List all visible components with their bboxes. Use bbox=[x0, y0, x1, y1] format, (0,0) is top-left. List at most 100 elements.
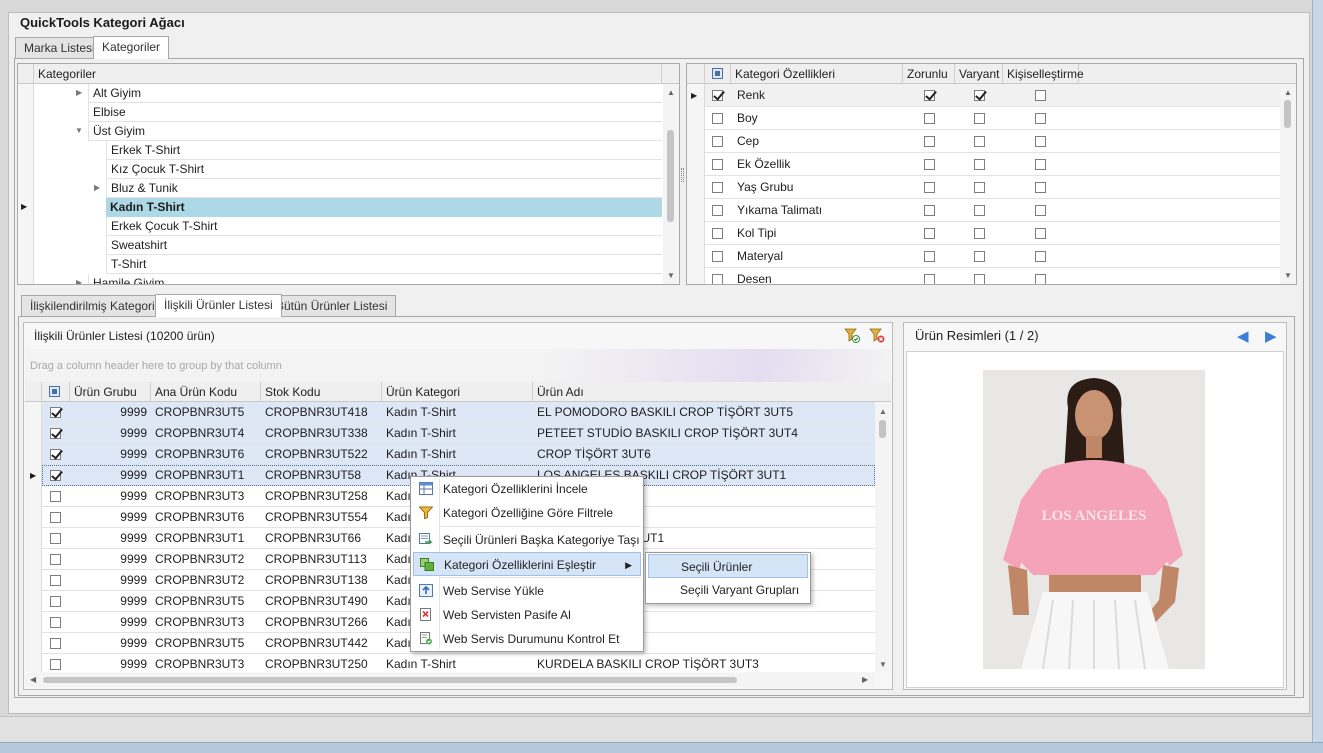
attr-custom-checkbox[interactable] bbox=[1035, 136, 1046, 147]
expand-icon[interactable]: ▶ bbox=[76, 278, 82, 284]
expand-icon[interactable]: ▶ bbox=[94, 183, 100, 192]
attr-required-checkbox[interactable] bbox=[924, 274, 935, 284]
attr-name-header[interactable]: Kategori Özellikleri bbox=[731, 64, 903, 84]
scroll-thumb[interactable] bbox=[1284, 100, 1291, 128]
attr-row[interactable]: Yıkama Talimatı bbox=[705, 199, 1280, 222]
row-checkbox[interactable] bbox=[50, 638, 61, 649]
scroll-up-icon[interactable]: ▲ bbox=[1284, 88, 1292, 97]
menu-filter-by-attribute[interactable]: Kategori Özelliğine Göre Filtrele bbox=[413, 501, 641, 525]
tree-node-kiz-cocuk-tshirt[interactable]: Kız Çocuk T-Shirt bbox=[106, 160, 662, 179]
tab-linked-categories[interactable]: İlişkilendirilmiş Kategoriler bbox=[21, 295, 178, 317]
attr-variant-checkbox[interactable] bbox=[974, 228, 985, 239]
menu-inspect-attributes[interactable]: Kategori Özelliklerini İncele bbox=[413, 477, 641, 501]
tab-related-products[interactable]: İlişkili Ürünler Listesi bbox=[155, 294, 282, 317]
collapse-icon[interactable]: ▼ bbox=[75, 126, 83, 135]
attr-row[interactable]: Boy bbox=[705, 107, 1280, 130]
attr-variant-checkbox[interactable] bbox=[974, 274, 985, 284]
tab-brand-list[interactable]: Marka Listesi bbox=[15, 37, 104, 59]
tree-node-erkek-cocuk-tshirt[interactable]: Erkek Çocuk T-Shirt bbox=[106, 217, 662, 236]
tree-node-alt-giyim[interactable]: Alt Giyim bbox=[88, 84, 662, 103]
menu-deactivate-web-service[interactable]: Web Servisten Pasife Al bbox=[413, 603, 641, 627]
row-checkbox[interactable] bbox=[50, 596, 61, 607]
attr-select-checkbox[interactable] bbox=[712, 182, 723, 193]
scroll-down-icon[interactable]: ▼ bbox=[879, 660, 887, 669]
attr-row[interactable]: Cep bbox=[705, 130, 1280, 153]
row-checkbox[interactable] bbox=[50, 470, 61, 481]
row-checkbox[interactable] bbox=[50, 659, 61, 670]
scroll-up-icon[interactable]: ▲ bbox=[667, 88, 675, 97]
scroll-left-icon[interactable]: ◀ bbox=[30, 675, 36, 684]
row-checkbox[interactable] bbox=[50, 512, 61, 523]
col-main-code-header[interactable]: Ana Ürün Kodu bbox=[151, 382, 261, 402]
select-all-header[interactable] bbox=[705, 64, 731, 84]
attr-variant-header[interactable]: Varyant bbox=[955, 64, 1003, 84]
row-checkbox[interactable] bbox=[50, 428, 61, 439]
next-image-icon[interactable]: ▶ bbox=[1265, 327, 1277, 345]
attr-row[interactable]: Kol Tipi bbox=[705, 222, 1280, 245]
row-checkbox[interactable] bbox=[50, 617, 61, 628]
filter-clear-icon[interactable] bbox=[869, 327, 885, 343]
attr-variant-checkbox[interactable] bbox=[974, 182, 985, 193]
attr-variant-checkbox[interactable] bbox=[974, 251, 985, 262]
tree-node-sweatshirt[interactable]: Sweatshirt bbox=[106, 236, 662, 255]
scroll-thumb[interactable] bbox=[667, 130, 674, 222]
attr-variant-checkbox[interactable] bbox=[974, 113, 985, 124]
attr-custom-checkbox[interactable] bbox=[1035, 274, 1046, 284]
scroll-thumb[interactable] bbox=[43, 677, 737, 683]
tree-node-hamile-giyim[interactable]: Hamile Giyim bbox=[88, 274, 662, 284]
col-stock-header[interactable]: Stok Kodu bbox=[261, 382, 382, 402]
tree-node-bluz-tunik[interactable]: Bluz & Tunik bbox=[106, 179, 662, 198]
attr-custom-checkbox[interactable] bbox=[1035, 159, 1046, 170]
attr-variant-checkbox[interactable] bbox=[974, 136, 985, 147]
attr-select-checkbox[interactable] bbox=[712, 274, 723, 284]
table-row[interactable]: 9999 CROPBNR3UT6 CROPBNR3UT522 Kadın T-Shir… bbox=[42, 444, 875, 465]
products-vscrollbar[interactable]: ▲ ▼ bbox=[875, 402, 891, 672]
attr-required-checkbox[interactable] bbox=[924, 182, 935, 193]
expand-icon[interactable]: ▶ bbox=[76, 88, 82, 97]
menu-match-attributes[interactable]: Kategori Özelliklerini Eşleştir ▶ bbox=[413, 552, 641, 576]
attr-variant-checkbox[interactable] bbox=[974, 159, 985, 170]
attr-required-checkbox[interactable] bbox=[924, 113, 935, 124]
attr-required-checkbox[interactable] bbox=[924, 251, 935, 262]
attr-required-checkbox[interactable] bbox=[924, 205, 935, 216]
attr-required-checkbox[interactable] bbox=[924, 159, 935, 170]
col-group-header[interactable]: Ürün Grubu bbox=[70, 382, 151, 402]
select-all-checkbox[interactable] bbox=[49, 386, 60, 397]
attr-select-checkbox[interactable] bbox=[712, 251, 723, 262]
attr-custom-checkbox[interactable] bbox=[1035, 251, 1046, 262]
attr-select-checkbox[interactable] bbox=[712, 205, 723, 216]
tree-node-ust-giyim[interactable]: Üst Giyim bbox=[88, 122, 662, 141]
attr-select-checkbox[interactable] bbox=[712, 136, 723, 147]
attr-variant-checkbox[interactable] bbox=[974, 90, 985, 101]
submenu-selected-variant-groups[interactable]: Seçili Varyant Grupları bbox=[648, 578, 808, 602]
menu-check-web-service-status[interactable]: Web Servis Durumunu Kontrol Et bbox=[413, 627, 641, 651]
attr-required-checkbox[interactable] bbox=[924, 136, 935, 147]
table-row[interactable]: 9999 CROPBNR3UT4 CROPBNR3UT338 Kadın T-Shir… bbox=[42, 423, 875, 444]
prev-image-icon[interactable]: ◀ bbox=[1237, 327, 1249, 345]
col-category-header[interactable]: Ürün Kategori bbox=[382, 382, 533, 402]
attr-row[interactable]: Materyal bbox=[705, 245, 1280, 268]
attr-row[interactable]: Desen bbox=[705, 268, 1280, 284]
table-row[interactable]: 9999 CROPBNR3UT3 CROPBNR3UT250 Kadın T-Shir… bbox=[42, 654, 875, 672]
attr-custom-checkbox[interactable] bbox=[1035, 90, 1046, 101]
tree-scrollbar[interactable]: ▲ ▼ bbox=[663, 84, 679, 284]
col-name-header[interactable]: Ürün Adı bbox=[533, 382, 873, 402]
scroll-down-icon[interactable]: ▼ bbox=[667, 271, 675, 280]
attr-row[interactable]: Yaş Grubu bbox=[705, 176, 1280, 199]
attr-select-checkbox[interactable] bbox=[712, 159, 723, 170]
attr-required-checkbox[interactable] bbox=[924, 90, 935, 101]
scroll-up-icon[interactable]: ▲ bbox=[879, 407, 887, 416]
select-all-checkbox[interactable] bbox=[712, 68, 723, 79]
tab-all-products[interactable]: Bütün Ürünler Listesi bbox=[267, 295, 397, 317]
attr-custom-checkbox[interactable] bbox=[1035, 113, 1046, 124]
tree-node-erkek-tshirt[interactable]: Erkek T-Shirt bbox=[106, 141, 662, 160]
attr-required-checkbox[interactable] bbox=[924, 228, 935, 239]
menu-upload-web-service[interactable]: Web Servise Yükle bbox=[413, 579, 641, 603]
row-checkbox[interactable] bbox=[50, 491, 61, 502]
group-panel[interactable]: Drag a column header here to group by th… bbox=[25, 349, 891, 383]
attributes-scrollbar[interactable]: ▲ ▼ bbox=[1280, 84, 1296, 284]
row-checkbox[interactable] bbox=[50, 554, 61, 565]
tree-node-elbise[interactable]: Elbise bbox=[88, 103, 662, 122]
attr-variant-checkbox[interactable] bbox=[974, 205, 985, 216]
row-checkbox[interactable] bbox=[50, 533, 61, 544]
